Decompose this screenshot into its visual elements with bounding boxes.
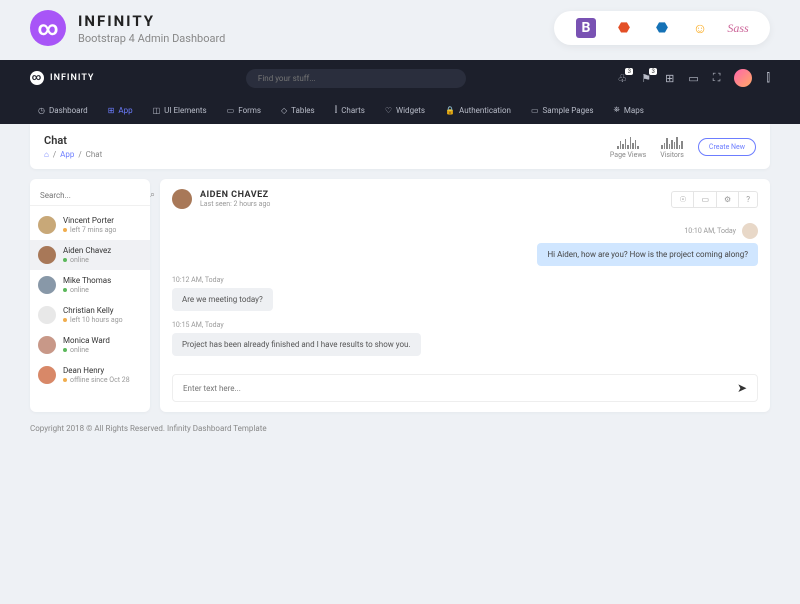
- camera-icon[interactable]: ☉: [671, 191, 694, 208]
- nav-ui[interactable]: ◫UI Elements: [145, 102, 215, 119]
- nav-charts[interactable]: ⫿Charts: [327, 101, 373, 119]
- search-input[interactable]: [246, 69, 466, 88]
- nav-tables[interactable]: ◇Tables: [273, 102, 323, 119]
- nav-widgets[interactable]: ♡Widgets: [377, 102, 433, 119]
- stat-visitors: Visitors: [660, 135, 684, 159]
- breadcrumb: ⌂/ App/ Chat: [44, 150, 102, 159]
- user-avatar[interactable]: [734, 69, 752, 87]
- html5-icon: ⬣: [614, 18, 634, 38]
- brand: ∞ INFINITY Bootstrap 4 Admin Dashboard: [30, 10, 225, 46]
- avatar: [38, 336, 56, 354]
- nav-sample[interactable]: ▭Sample Pages: [523, 102, 602, 119]
- bootstrap-icon: B: [576, 18, 596, 38]
- grunt-icon: ☺: [690, 18, 710, 38]
- notification-bell-icon[interactable]: ♧3: [617, 72, 627, 85]
- footer-text: Copyright 2018 © All Rights Reserved. In…: [0, 412, 800, 445]
- contact-item[interactable]: Monica Wardonline: [30, 330, 150, 360]
- contact-item[interactable]: Christian Kellyleft 10 hours ago: [30, 300, 150, 330]
- crumb-current: Chat: [86, 150, 103, 159]
- avatar: [38, 306, 56, 324]
- message-bubble: Hi Aiden, how are you? How is the projec…: [537, 243, 758, 266]
- tech-icons: B ⬣ ⬣ ☺ Sass: [554, 11, 770, 45]
- css3-icon: ⬣: [652, 18, 672, 38]
- ui-icon: ◫: [153, 106, 161, 115]
- dashboard-icon: ◷: [38, 106, 45, 115]
- contact-item[interactable]: Dean Henryoffline since Oct 28: [30, 360, 150, 390]
- navbar: ∞ INFINITY ♧3 ⚑3 ⊞ ▭ ⛶ ⫿ ◷Dashboard ⊞App…: [0, 60, 800, 124]
- avatar: [38, 246, 56, 264]
- charts-icon: ⫿: [335, 105, 338, 115]
- brand-tagline: Bootstrap 4 Admin Dashboard: [78, 32, 225, 45]
- sample-icon: ▭: [531, 106, 539, 115]
- contact-item[interactable]: Aiden Chavezonline: [30, 240, 150, 270]
- screen-icon[interactable]: ▭: [688, 72, 698, 85]
- nav-menu: ◷Dashboard ⊞App ◫UI Elements ▭Forms ◇Tab…: [30, 96, 770, 124]
- maps-icon: ⛯: [614, 105, 620, 115]
- fullscreen-icon[interactable]: ⛶: [713, 71, 721, 85]
- nav-maps[interactable]: ⛯Maps: [606, 101, 652, 119]
- tables-icon: ◇: [281, 106, 287, 115]
- message-row: 10:10 AM, Today Hi Aiden, how are you? H…: [172, 223, 758, 266]
- grid-icon[interactable]: ⊞: [665, 72, 674, 85]
- chat-input-row: ➤: [172, 374, 758, 402]
- gear-icon[interactable]: ⚙: [717, 191, 739, 208]
- contact-item[interactable]: Vincent Porterleft 7 mins ago: [30, 210, 150, 240]
- nav-brand[interactable]: ∞ INFINITY: [30, 71, 94, 85]
- message-bubble: Project has been already finished and I …: [172, 333, 421, 356]
- page-title: Chat: [44, 134, 102, 147]
- message-row: 10:12 AM, Today Are we meeting today?: [172, 276, 758, 311]
- stat-page-views: Page Views: [610, 135, 646, 159]
- crumb-app[interactable]: App: [60, 150, 74, 159]
- crumb-home[interactable]: ⌂: [44, 150, 49, 159]
- page-header: Chat ⌂/ App/ Chat Page Views Visitors Cr…: [30, 124, 770, 169]
- message-bubble: Are we meeting today?: [172, 288, 273, 311]
- nav-search: [246, 69, 466, 88]
- avatar: [38, 366, 56, 384]
- chat-last-seen: Last seen: 2 hours ago: [200, 200, 270, 208]
- nav-forms[interactable]: ▭Forms: [219, 102, 269, 119]
- top-banner: ∞ INFINITY Bootstrap 4 Admin Dashboard B…: [0, 0, 800, 60]
- nav-dashboard[interactable]: ◷Dashboard: [30, 102, 96, 119]
- flag-icon[interactable]: ⚑3: [641, 72, 651, 85]
- image-icon[interactable]: ▭: [694, 191, 717, 208]
- sass-icon: Sass: [728, 18, 748, 38]
- chat-user-avatar: [172, 189, 192, 209]
- help-icon[interactable]: ?: [739, 191, 758, 208]
- auth-icon: 🔒: [445, 106, 455, 115]
- avatar: [38, 276, 56, 294]
- settings-icon[interactable]: ⫿: [766, 71, 770, 85]
- search-icon[interactable]: ⌕: [150, 190, 155, 200]
- contact-item[interactable]: Mike Thomasonline: [30, 270, 150, 300]
- app-icon: ⊞: [108, 106, 115, 115]
- message-input[interactable]: [183, 384, 737, 393]
- widgets-icon: ♡: [385, 106, 392, 115]
- forms-icon: ▭: [227, 106, 235, 115]
- avatar: [742, 223, 758, 239]
- nav-app[interactable]: ⊞App: [100, 102, 141, 119]
- send-icon[interactable]: ➤: [737, 381, 747, 395]
- contact-search-input[interactable]: [40, 191, 150, 200]
- contact-sidebar: ⌕ Vincent Porterleft 7 mins ago Aiden Ch…: [30, 179, 150, 412]
- create-new-button[interactable]: Create New: [698, 138, 756, 156]
- chat-main: AIDEN CHAVEZ Last seen: 2 hours ago ☉ ▭ …: [160, 179, 770, 412]
- brand-name: INFINITY: [78, 12, 225, 30]
- brand-logo-icon: ∞: [30, 10, 66, 46]
- message-row: 10:15 AM, Today Project has been already…: [172, 321, 758, 356]
- avatar: [38, 216, 56, 234]
- infinity-icon: ∞: [30, 71, 44, 85]
- chat-user-name: AIDEN CHAVEZ: [200, 190, 270, 200]
- nav-auth[interactable]: 🔒Authentication: [437, 102, 519, 119]
